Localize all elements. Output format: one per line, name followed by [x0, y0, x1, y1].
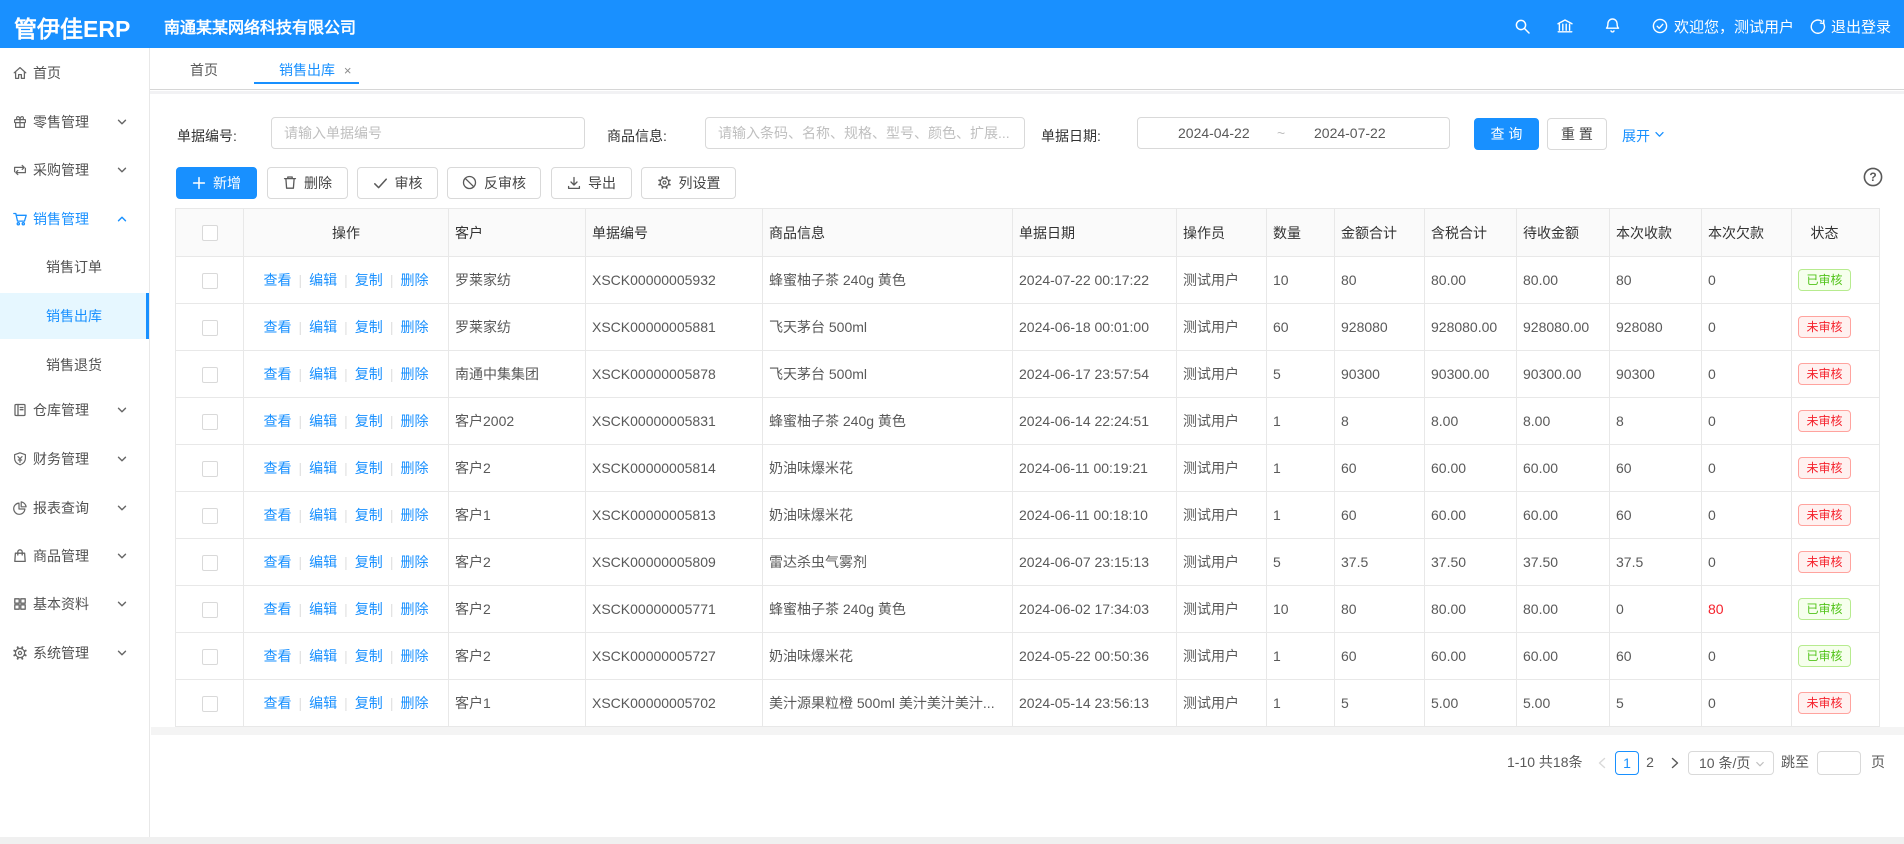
svg-text:?: ? — [1869, 170, 1876, 184]
